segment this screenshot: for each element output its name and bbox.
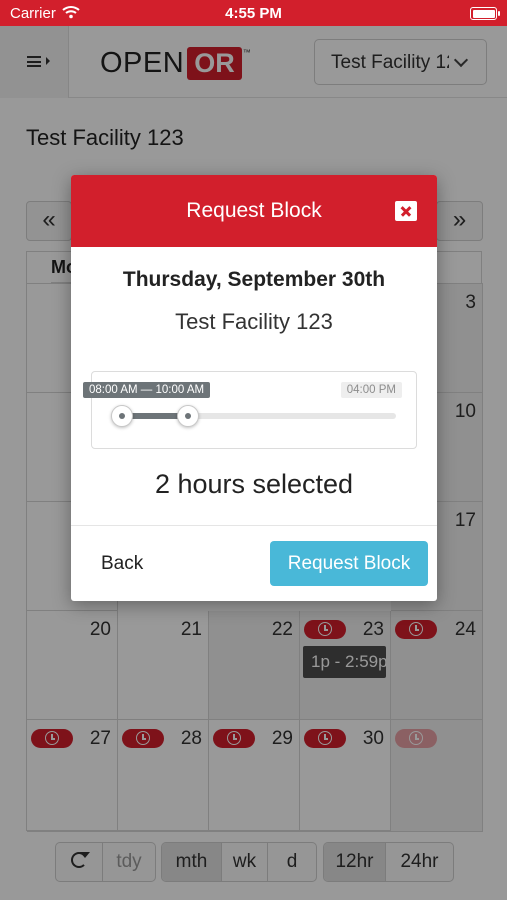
status-bar: Carrier 4:55 PM [0,0,507,26]
max-time-label: 04:00 PM [340,382,402,398]
modal-divider [71,525,437,526]
time-range-slider: 08:00 AM — 10:00 AM 04:00 PM [83,371,417,449]
selected-date: Thursday, September 30th [122,268,386,291]
slider-end-handle[interactable] [177,405,199,427]
selected-facility: Test Facility 123 [175,309,333,334]
modal-title: Request Block [186,199,322,222]
request-block-modal: Request Block Thursday, September 30th T… [71,175,437,601]
battery-icon [470,7,500,20]
clock-time: 4:55 PM [225,5,282,22]
back-button[interactable]: Back [101,553,143,575]
modal-header: Request Block [71,175,437,247]
slider-start-handle[interactable] [111,405,133,427]
selected-range-label: 08:00 AM — 10:00 AM [83,382,211,398]
request-block-button[interactable]: Request Block [270,541,428,586]
close-icon[interactable] [395,201,417,221]
hours-selected-text: 2 hours selected [154,469,354,499]
